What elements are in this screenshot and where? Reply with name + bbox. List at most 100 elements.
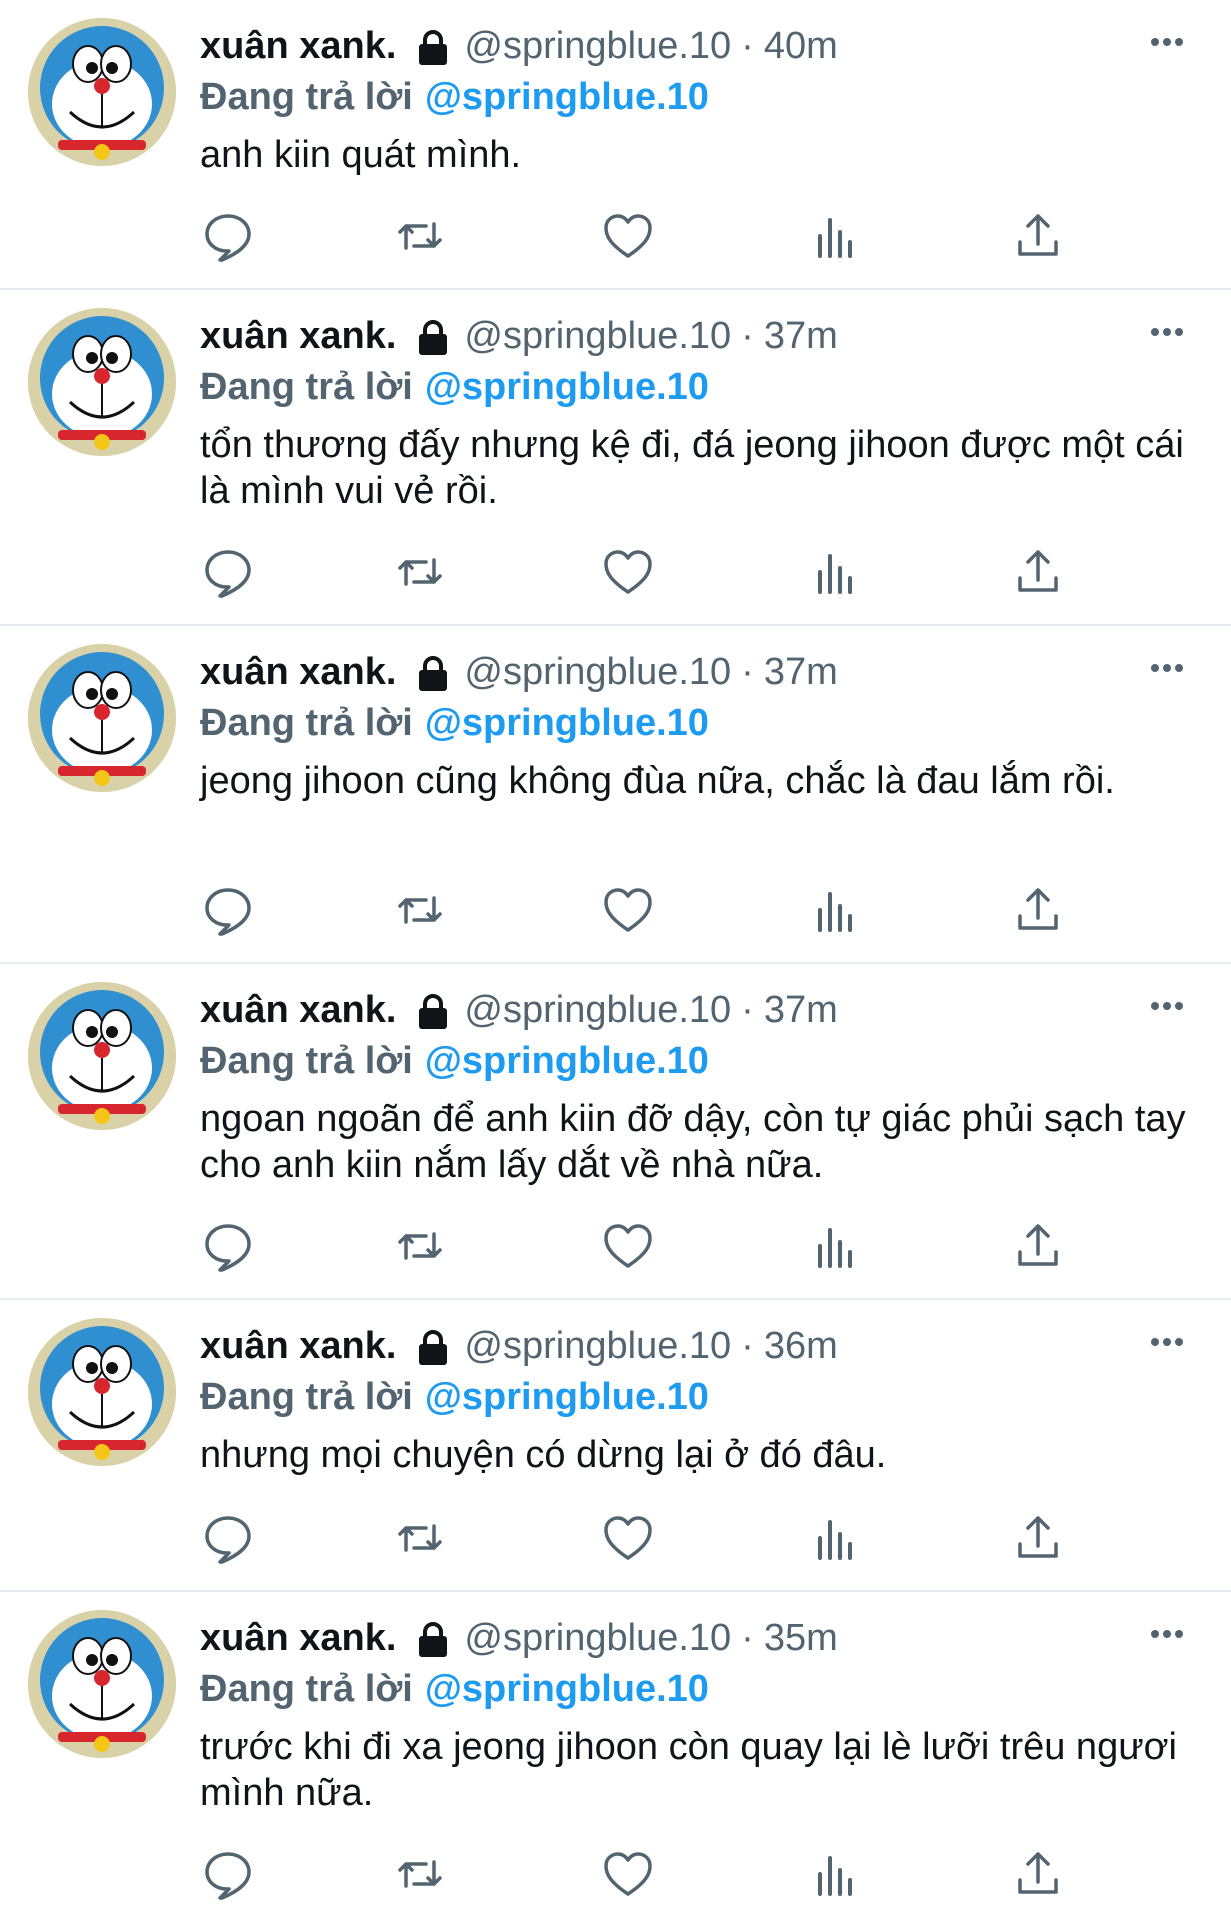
replying-to: Đang trả lời @springblue.10 [200,1038,1191,1084]
tweet-body: xuân xank. @springblue.10 · 37m Đang trả… [200,308,1191,514]
reply-icon[interactable] [200,1846,256,1902]
retweet-icon[interactable] [392,882,448,938]
more-icon[interactable] [1143,644,1191,692]
tweet[interactable]: xuân xank. @springblue.10 · 35m Đang trả… [0,1592,1231,1920]
reply-mention[interactable]: @springblue.10 [425,1040,709,1082]
avatar[interactable] [28,644,176,792]
tweet-time[interactable]: 40m [764,18,838,74]
avatar[interactable] [28,308,176,456]
lock-icon [416,1327,450,1365]
avatar[interactable] [28,18,176,166]
tweet[interactable]: xuân xank. @springblue.10 · 37m Đang trả… [0,290,1231,626]
more-icon[interactable] [1143,308,1191,356]
display-name[interactable]: xuân xank. [200,1318,396,1374]
tweet-header: xuân xank. @springblue.10 · 37m [200,982,1191,1038]
views-icon[interactable] [806,544,862,600]
reply-mention[interactable]: @springblue.10 [425,1376,709,1418]
tweet-actions [200,1218,1080,1274]
separator-dot: · [741,1325,754,1367]
tweet[interactable]: xuân xank. @springblue.10 · 37m Đang trả… [0,626,1231,964]
avatar[interactable] [28,982,176,1130]
user-handle[interactable]: @springblue.10 [464,1318,731,1374]
more-icon[interactable] [1143,1318,1191,1366]
tweet-text: anh kiin quát mình. [200,134,522,176]
tweet-text: ngoan ngoãn để anh kiin đỡ dậy, còn tự g… [200,1098,1186,1186]
avatar[interactable] [28,1318,176,1466]
display-name[interactable]: xuân xank. [200,982,396,1038]
more-icon[interactable] [1143,1610,1191,1658]
tweet-text: trước khi đi xa jeong jihoon còn quay lạ… [200,1726,1177,1814]
views-icon[interactable] [806,208,862,264]
like-icon[interactable] [600,1846,656,1902]
more-icon[interactable] [1143,18,1191,66]
tweet-time[interactable]: 36m [764,1318,838,1374]
replying-to: Đang trả lời @springblue.10 [200,1666,1191,1712]
reply-mention[interactable]: @springblue.10 [425,76,709,118]
display-name[interactable]: xuân xank. [200,308,396,364]
separator-dot: · [741,651,754,693]
tweet[interactable]: xuân xank. @springblue.10 · 40m Đang trả… [0,0,1231,290]
replying-to-label: Đang trả lời [200,1376,413,1418]
tweet-time[interactable]: 37m [764,308,838,364]
tweet-header: xuân xank. @springblue.10 · 40m [200,18,1191,74]
display-name[interactable]: xuân xank. [200,1610,396,1666]
replying-to: Đang trả lời @springblue.10 [200,74,1191,120]
reply-icon[interactable] [200,1510,256,1566]
separator-dot: · [741,315,754,357]
share-icon[interactable] [1010,208,1066,264]
views-icon[interactable] [806,1846,862,1902]
views-icon[interactable] [806,1218,862,1274]
lock-icon [416,653,450,691]
tweet-text: nhưng mọi chuyện có dừng lại ở đó đâu. [200,1434,887,1476]
share-icon[interactable] [1010,1218,1066,1274]
user-handle[interactable]: @springblue.10 [464,644,731,700]
display-name[interactable]: xuân xank. [200,644,396,700]
separator-dot: · [741,989,754,1031]
like-icon[interactable] [600,1218,656,1274]
retweet-icon[interactable] [392,1510,448,1566]
lock-icon [416,27,450,65]
tweet-time[interactable]: 35m [764,1610,838,1666]
reply-mention[interactable]: @springblue.10 [425,1668,709,1710]
reply-mention[interactable]: @springblue.10 [425,702,709,744]
lock-icon [416,317,450,355]
replying-to-label: Đang trả lời [200,1040,413,1082]
retweet-icon[interactable] [392,1846,448,1902]
reply-icon[interactable] [200,544,256,600]
lock-icon [416,991,450,1029]
retweet-icon[interactable] [392,1218,448,1274]
tweet-body: xuân xank. @springblue.10 · 37m Đang trả… [200,644,1191,804]
reply-mention[interactable]: @springblue.10 [425,366,709,408]
avatar[interactable] [28,1610,176,1758]
tweet[interactable]: xuân xank. @springblue.10 · 37m Đang trả… [0,964,1231,1300]
timeline-feed: xuân xank. @springblue.10 · 40m Đang trả… [0,0,1231,1920]
like-icon[interactable] [600,544,656,600]
replying-to-label: Đang trả lời [200,1668,413,1710]
views-icon[interactable] [806,882,862,938]
like-icon[interactable] [600,882,656,938]
lock-icon [416,1619,450,1657]
display-name[interactable]: xuân xank. [200,18,396,74]
tweet-time[interactable]: 37m [764,644,838,700]
tweet-actions [200,1510,1080,1566]
share-icon[interactable] [1010,882,1066,938]
user-handle[interactable]: @springblue.10 [464,308,731,364]
reply-icon[interactable] [200,1218,256,1274]
retweet-icon[interactable] [392,208,448,264]
more-icon[interactable] [1143,982,1191,1030]
reply-icon[interactable] [200,882,256,938]
share-icon[interactable] [1010,544,1066,600]
retweet-icon[interactable] [392,544,448,600]
user-handle[interactable]: @springblue.10 [464,1610,731,1666]
user-handle[interactable]: @springblue.10 [464,18,731,74]
separator-dot: · [741,25,754,67]
tweet[interactable]: xuân xank. @springblue.10 · 36m Đang trả… [0,1300,1231,1592]
views-icon[interactable] [806,1510,862,1566]
user-handle[interactable]: @springblue.10 [464,982,731,1038]
reply-icon[interactable] [200,208,256,264]
tweet-time[interactable]: 37m [764,982,838,1038]
like-icon[interactable] [600,1510,656,1566]
like-icon[interactable] [600,208,656,264]
share-icon[interactable] [1010,1510,1066,1566]
share-icon[interactable] [1010,1846,1066,1902]
